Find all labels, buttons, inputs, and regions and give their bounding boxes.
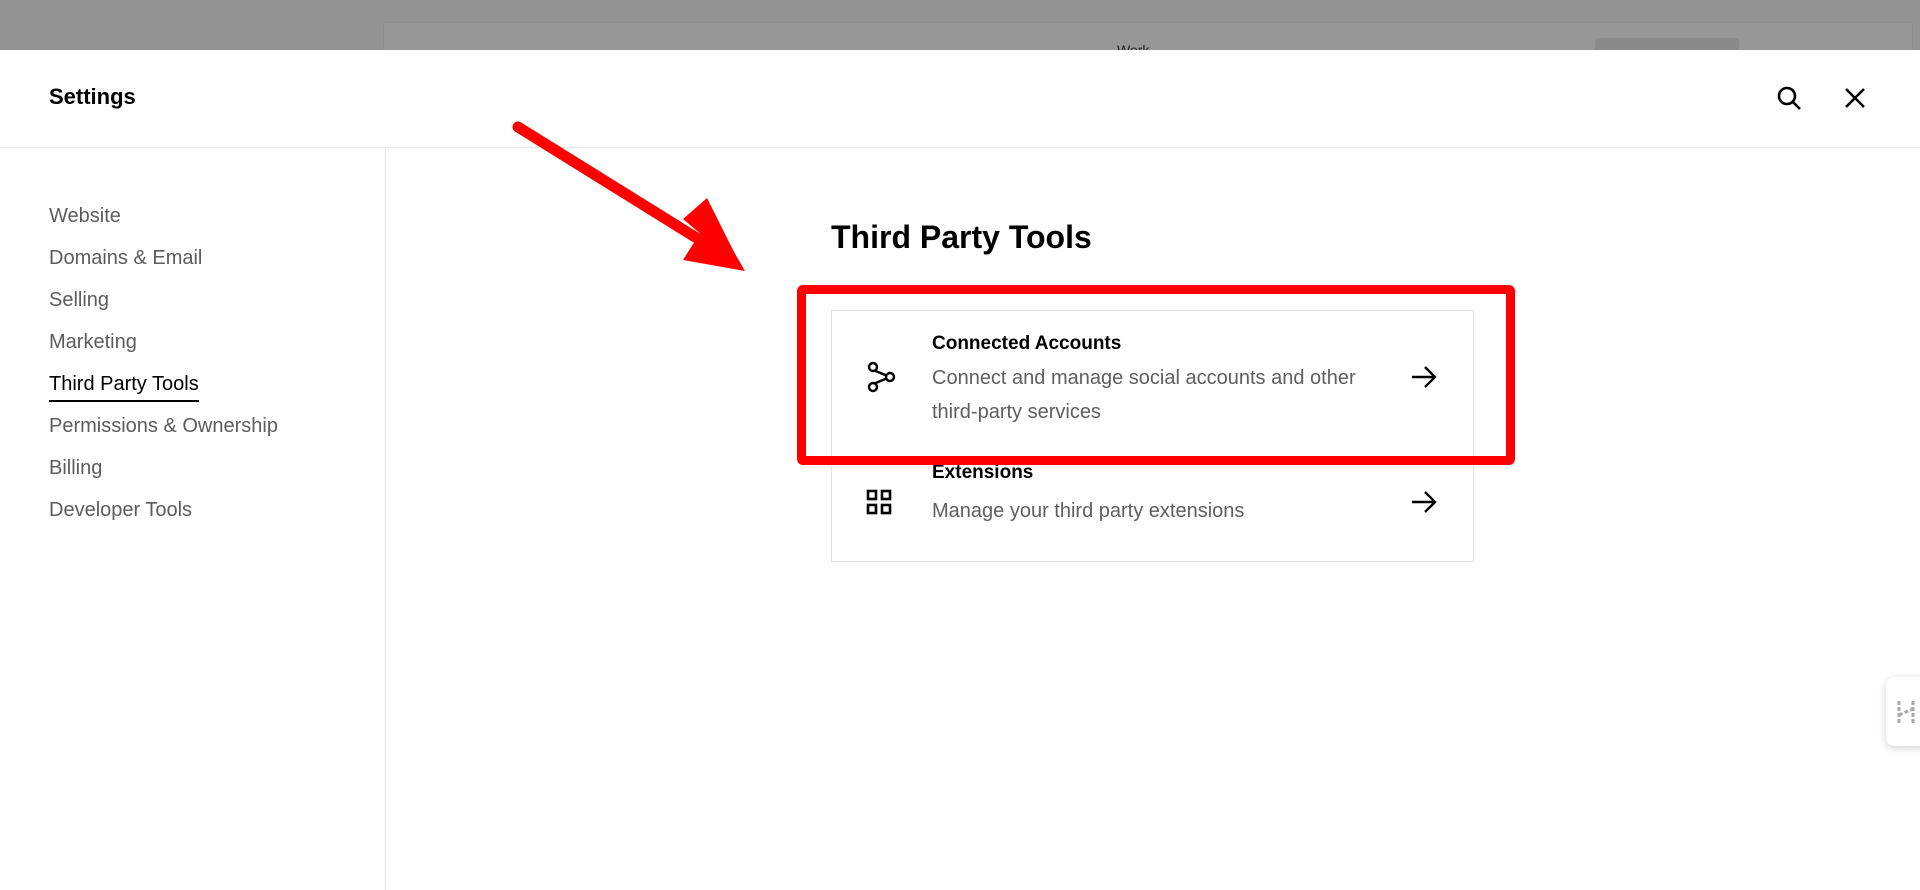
page-title: Settings	[49, 84, 136, 109]
settings-sidebar: Website Domains & Email Selling Marketin…	[0, 149, 386, 890]
search-button[interactable]	[1774, 83, 1804, 113]
card-title: Connected Accounts	[932, 333, 1122, 354]
background-text: Work	[1117, 42, 1150, 50]
section-heading: Third Party Tools	[831, 219, 1092, 255]
sidebar-item-permissions-ownership[interactable]: Permissions & Ownership	[49, 415, 278, 442]
sidebar-item-developer-tools[interactable]: Developer Tools	[49, 499, 192, 526]
sidebar-item-third-party-tools[interactable]: Third Party Tools	[49, 373, 199, 402]
background-button	[1595, 38, 1739, 50]
settings-header: Settings	[0, 50, 1920, 148]
sidebar-item-marketing[interactable]: Marketing	[49, 331, 137, 358]
search-icon	[1777, 86, 1801, 110]
sidebar-item-website[interactable]: Website	[49, 205, 121, 232]
settings-panel: Settings Website Domains & Email Selling…	[0, 50, 1920, 890]
background-page-overlay: Work	[0, 0, 1920, 50]
card-description: Connect and manage social accounts and o…	[932, 367, 1356, 423]
side-widget-tab[interactable]	[1886, 677, 1920, 746]
extensions-card[interactable]: Extensions Manage your third party exten…	[831, 442, 1474, 562]
sidebar-item-billing[interactable]: Billing	[49, 457, 102, 484]
sidebar-item-domains-email[interactable]: Domains & Email	[49, 247, 202, 274]
sidebar-item-selling[interactable]: Selling	[49, 289, 109, 316]
share-nodes-icon	[867, 361, 896, 392]
h-logo-icon	[1897, 700, 1915, 723]
arrow-right-icon	[1412, 365, 1437, 388]
close-button[interactable]	[1840, 83, 1870, 113]
connected-accounts-card[interactable]: Connected Accounts Connect and manage so…	[831, 310, 1474, 443]
close-icon	[1845, 88, 1865, 108]
card-title: Extensions	[932, 462, 1034, 483]
card-description: Manage your third party extensions	[932, 500, 1245, 522]
arrow-right-icon	[1412, 490, 1437, 513]
grid-icon	[866, 489, 892, 514]
